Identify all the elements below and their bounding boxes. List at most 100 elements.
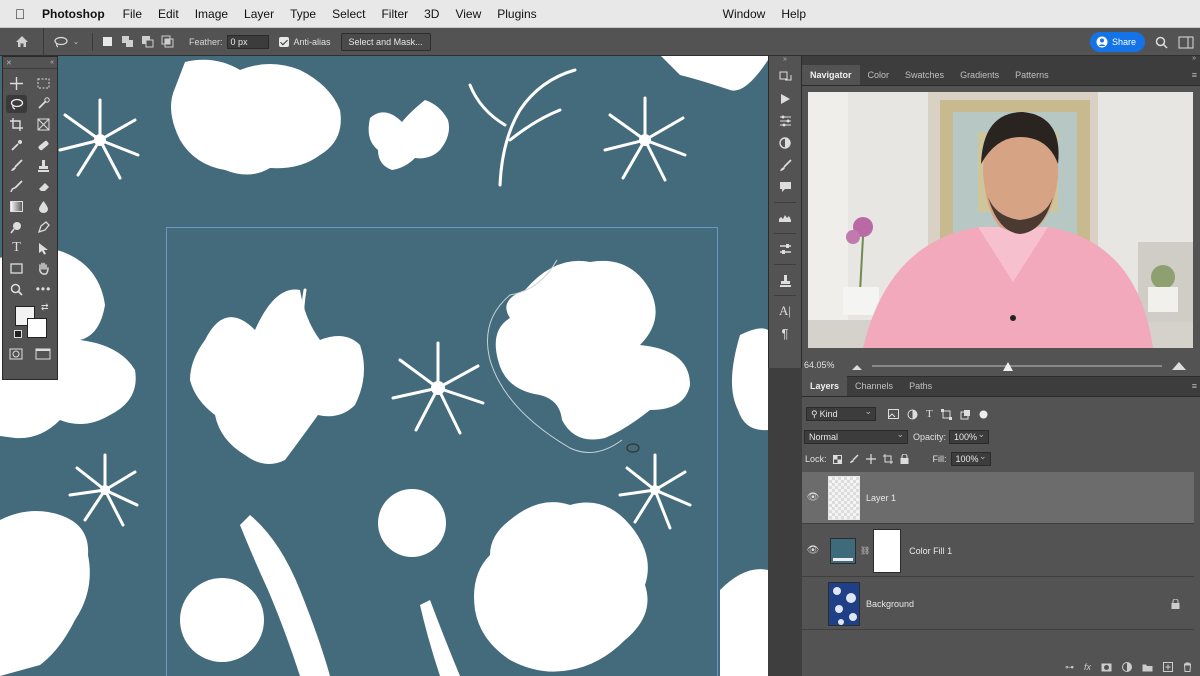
filter-pixel-icon[interactable]: [888, 409, 899, 419]
tab-layers[interactable]: Layers: [802, 376, 848, 396]
filter-toggle-icon[interactable]: [979, 410, 988, 419]
default-colors-icon[interactable]: [14, 329, 22, 338]
filter-kind-dropdown[interactable]: ⚲ Kind: [806, 405, 876, 421]
dodge-tool-icon[interactable]: [3, 217, 30, 238]
feather-input[interactable]: 0 px: [226, 34, 269, 49]
history-brush-tool-icon[interactable]: [3, 176, 30, 197]
layer-name[interactable]: Layer 1: [866, 493, 896, 503]
menu-layer[interactable]: Layer: [236, 7, 282, 21]
menu-window[interactable]: Window: [715, 7, 774, 21]
menu-select[interactable]: Select: [324, 7, 373, 21]
zoom-out-icon[interactable]: [852, 363, 862, 370]
layer-name[interactable]: Color Fill 1: [909, 546, 952, 556]
new-layer-icon[interactable]: [1163, 662, 1173, 672]
blur-tool-icon[interactable]: [30, 197, 57, 218]
zoom-value[interactable]: 64.05%: [804, 360, 835, 370]
color-wheel-icon[interactable]: [769, 132, 801, 154]
panel-menu-icon[interactable]: ≡: [1192, 70, 1197, 80]
layer-style-fx-icon[interactable]: fx: [1084, 662, 1091, 672]
screen-mode-icon[interactable]: [35, 348, 51, 360]
menu-image[interactable]: Image: [187, 7, 236, 21]
menu-edit[interactable]: Edit: [150, 7, 187, 21]
antialias-checkbox[interactable]: [278, 36, 289, 47]
subtract-selection-icon[interactable]: [139, 34, 155, 50]
tab-gradients[interactable]: Gradients: [952, 65, 1007, 85]
menu-view[interactable]: View: [447, 7, 489, 21]
pen-tool-icon[interactable]: [30, 217, 57, 238]
filter-adjustment-icon[interactable]: [907, 409, 918, 420]
visibility-eye-icon[interactable]: 👁: [802, 545, 824, 556]
menu-filter[interactable]: Filter: [373, 7, 416, 21]
lock-transparent-icon[interactable]: [832, 454, 842, 464]
eraser-tool-icon[interactable]: [30, 176, 57, 197]
lock-pixels-icon[interactable]: [849, 454, 859, 464]
lasso-tool-icon[interactable]: [6, 94, 27, 114]
crop-tool-icon[interactable]: [3, 114, 30, 135]
healing-brush-tool-icon[interactable]: [30, 135, 57, 156]
actions-play-icon[interactable]: [769, 88, 801, 110]
add-selection-icon[interactable]: [119, 34, 135, 50]
add-mask-icon[interactable]: [1101, 663, 1112, 672]
hand-tool-icon[interactable]: [30, 258, 57, 279]
menu-help[interactable]: Help: [773, 7, 814, 21]
search-icon[interactable]: [1155, 36, 1168, 49]
lock-artboard-icon[interactable]: [882, 454, 893, 464]
gradient-tool-icon[interactable]: [3, 197, 30, 218]
filter-smart-object-icon[interactable]: [960, 409, 971, 420]
zoom-in-icon[interactable]: [1172, 361, 1186, 370]
background-color-swatch[interactable]: [27, 317, 47, 338]
swap-colors-icon[interactable]: ⇄: [41, 302, 49, 313]
collapse-dock-icon[interactable]: »: [1192, 55, 1196, 62]
document-canvas[interactable]: [0, 56, 768, 676]
brush-settings-icon[interactable]: [769, 154, 801, 176]
home-icon[interactable]: [0, 27, 44, 56]
adjustments-icon[interactable]: [769, 110, 801, 132]
brush-tool-icon[interactable]: [3, 155, 30, 176]
marquee-tool-icon[interactable]: [30, 73, 57, 94]
menu-type[interactable]: Type: [282, 7, 324, 21]
blend-mode-dropdown[interactable]: Normal: [804, 428, 908, 444]
new-group-icon[interactable]: [1142, 663, 1153, 672]
path-selection-tool-icon[interactable]: [30, 238, 57, 259]
layer-name[interactable]: Background: [866, 599, 914, 609]
move-tool-icon[interactable]: [3, 73, 30, 94]
link-chain-icon[interactable]: ⛓: [860, 546, 870, 555]
layer-row[interactable]: Background: [802, 578, 1194, 630]
panel-menu-icon[interactable]: ≡: [1192, 381, 1197, 391]
stamp-tool-icon[interactable]: [30, 155, 57, 176]
visibility-eye-icon[interactable]: 👁: [802, 492, 824, 503]
lasso-preset-picker[interactable]: ⌄: [44, 36, 88, 48]
tab-navigator[interactable]: Navigator: [802, 65, 860, 85]
tab-channels[interactable]: Channels: [847, 376, 901, 396]
zoom-slider-handle[interactable]: [1003, 362, 1013, 371]
paragraph-icon[interactable]: ¶: [769, 322, 801, 344]
menu-plugins[interactable]: Plugins: [489, 7, 544, 21]
expand-panels-icon[interactable]: »: [769, 56, 801, 66]
opacity-input[interactable]: 100%: [949, 428, 990, 444]
apple-icon[interactable]: : [0, 6, 40, 22]
fill-input[interactable]: 100%: [950, 450, 991, 466]
properties-icon[interactable]: [769, 238, 801, 260]
new-selection-icon[interactable]: [99, 34, 115, 50]
clone-source-icon[interactable]: [769, 269, 801, 291]
histogram-icon[interactable]: [769, 207, 801, 229]
intersect-selection-icon[interactable]: [159, 34, 175, 50]
close-icon[interactable]: ✕: [6, 59, 12, 67]
filter-shape-icon[interactable]: [940, 408, 952, 420]
select-and-mask-button[interactable]: Select and Mask...: [340, 32, 431, 51]
layer-row[interactable]: 👁 ⛓ Color Fill 1: [802, 525, 1194, 577]
lock-position-icon[interactable]: [865, 454, 876, 464]
zoom-tool-icon[interactable]: [3, 279, 30, 300]
menu-3d[interactable]: 3D: [416, 7, 447, 21]
history-icon[interactable]: [769, 66, 801, 88]
rectangle-tool-icon[interactable]: [3, 258, 30, 279]
workspace-icon[interactable]: [1178, 36, 1194, 49]
tab-color[interactable]: Color: [860, 65, 898, 85]
type-tool-icon[interactable]: T: [3, 238, 30, 259]
filter-type-icon[interactable]: T: [926, 408, 933, 420]
eyedropper-tool-icon[interactable]: [3, 135, 30, 156]
lock-all-icon[interactable]: [900, 454, 909, 464]
app-menu[interactable]: Photoshop: [40, 7, 115, 21]
more-tools-icon[interactable]: •••: [30, 279, 57, 300]
tab-swatches[interactable]: Swatches: [897, 65, 952, 85]
